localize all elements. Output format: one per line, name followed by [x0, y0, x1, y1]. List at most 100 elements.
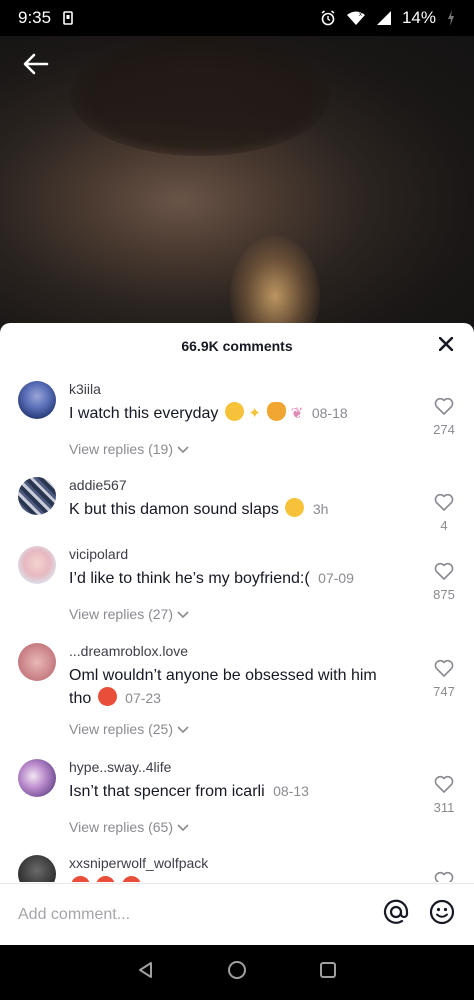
- mention-button[interactable]: [382, 899, 410, 930]
- like-count: 311: [433, 800, 455, 815]
- avatar[interactable]: [18, 643, 56, 681]
- avatar[interactable]: [18, 381, 56, 419]
- at-icon: [383, 899, 409, 930]
- comment-text: I watch this everyday ✦ ❦ 08-18: [69, 402, 399, 425]
- comment-text-content: I’d like to think he’s my boyfriend:(: [69, 570, 310, 587]
- close-icon: [438, 336, 454, 356]
- comment-username[interactable]: ...dreamroblox.love: [69, 643, 399, 660]
- alarm-icon: [320, 10, 336, 26]
- like-button[interactable]: 875: [429, 562, 459, 602]
- comment-text-line-2: tho: [69, 690, 92, 707]
- heart-outline-icon: [434, 775, 454, 798]
- view-replies-button[interactable]: View replies (27): [69, 606, 189, 622]
- comment-date: 3h: [312, 501, 329, 517]
- fairy-emoji: ❦: [290, 405, 304, 422]
- video-light-glow: [230, 236, 320, 336]
- like-count: 875: [433, 587, 455, 602]
- comment-username[interactable]: hype..sway..4life: [69, 759, 399, 776]
- avatar[interactable]: [18, 855, 56, 882]
- add-comment-input[interactable]: Add comment...: [18, 906, 364, 924]
- comment-date: 08-13: [273, 783, 309, 799]
- comments-list[interactable]: k3iila I watch this everyday ✦ ❦ 08-18 2…: [0, 369, 474, 882]
- chevron-down-icon: [177, 819, 189, 835]
- nav-home-button[interactable]: [222, 958, 252, 988]
- nav-recents-button[interactable]: [313, 958, 343, 988]
- wifi-icon: x: [346, 10, 366, 26]
- video-background[interactable]: [0, 36, 474, 336]
- comment-date: 07-23: [125, 690, 161, 706]
- heart-outline-icon: [434, 659, 454, 682]
- battery-icon: [446, 9, 456, 27]
- android-nav-bar: [0, 945, 474, 1000]
- heart-outline-icon: [434, 871, 454, 882]
- sim-icon: [63, 11, 73, 25]
- flushed-emoji: [285, 498, 305, 517]
- comment-text: I’d like to think he’s my boyfriend:( 07…: [69, 567, 399, 590]
- status-bar: 9:35 x 14%: [0, 0, 474, 36]
- heart-outline-icon: [434, 493, 454, 516]
- view-replies-button[interactable]: View replies (65): [69, 819, 189, 835]
- comment-date: 07-09: [318, 570, 354, 586]
- like-count: 747: [433, 684, 455, 699]
- video-hair-shape: [70, 36, 330, 156]
- signal-icon: [376, 10, 392, 26]
- chevron-down-icon: [177, 441, 189, 457]
- avatar[interactable]: [18, 759, 56, 797]
- view-replies-button[interactable]: View replies (25): [69, 721, 189, 737]
- comment-text-content: K but this damon sound slaps: [69, 501, 279, 518]
- heart-outline-icon: [434, 562, 454, 585]
- comment-text: Oml wouldn’t anyone be obsessed with him…: [69, 664, 399, 710]
- pensive-emoji: [224, 402, 244, 421]
- comment-username[interactable]: addie567: [69, 477, 399, 494]
- comment-username[interactable]: xxsniperwolf_wolfpack: [69, 855, 399, 872]
- view-replies-label: View replies (65): [69, 819, 174, 835]
- comment-text-content: I watch this everyday: [69, 405, 219, 422]
- back-button[interactable]: [20, 52, 52, 80]
- partial-emoji: [71, 876, 90, 882]
- nav-back-button[interactable]: [131, 958, 161, 988]
- avatar[interactable]: [18, 477, 56, 515]
- comment-text: [69, 876, 399, 882]
- emoji-button[interactable]: [428, 899, 456, 930]
- view-replies-label: View replies (19): [69, 441, 174, 457]
- comment-text: Isn’t that spencer from icarli 08-13: [69, 780, 399, 803]
- battery-percent: 14%: [401, 8, 436, 27]
- arrow-left-icon: [23, 53, 49, 80]
- like-button[interactable]: 4: [429, 493, 459, 533]
- comment-username[interactable]: k3iila: [69, 381, 399, 398]
- back-triangle-icon: [137, 961, 155, 984]
- comment-text: K but this damon sound slaps 3h: [69, 498, 399, 521]
- cat-emoji: [267, 402, 287, 421]
- view-replies-label: View replies (25): [69, 721, 174, 737]
- recents-square-icon: [319, 961, 337, 984]
- like-button[interactable]: 747: [429, 659, 459, 699]
- close-button[interactable]: [436, 336, 456, 356]
- comment-date: 08-18: [311, 405, 348, 421]
- partial-emoji: [121, 876, 141, 882]
- view-replies-label: View replies (27): [69, 606, 174, 622]
- svg-text:x: x: [359, 12, 362, 18]
- like-button[interactable]: 311: [429, 775, 459, 815]
- chevron-down-icon: [177, 721, 189, 737]
- comment-text-content: Isn’t that spencer from icarli: [69, 783, 265, 800]
- comments-count-title: 66.9K comments: [181, 338, 293, 354]
- avatar[interactable]: [18, 546, 56, 584]
- chevron-down-icon: [177, 606, 189, 622]
- comment-input-bar: Add comment...: [0, 883, 474, 945]
- view-replies-button[interactable]: View replies (19): [69, 441, 189, 457]
- heart-eyes-emoji: [97, 687, 117, 706]
- heart-outline-icon: [434, 397, 454, 420]
- comment-text-line-1: Oml wouldn’t anyone be obsessed with him: [69, 667, 377, 684]
- status-time: 9:35: [18, 8, 52, 27]
- sheet-header: 66.9K comments: [0, 323, 474, 369]
- comment-username[interactable]: vicipolard: [69, 546, 399, 563]
- comments-sheet: 66.9K comments k3iila I watch this every…: [0, 323, 474, 945]
- partial-emoji: [96, 876, 116, 882]
- home-circle-icon: [227, 960, 247, 985]
- like-count: 274: [433, 422, 455, 437]
- sparkles-emoji: ✦: [248, 405, 261, 422]
- like-count: 4: [440, 518, 448, 533]
- like-button[interactable]: 274: [429, 397, 459, 437]
- like-button[interactable]: [429, 871, 459, 882]
- smiley-icon: [429, 899, 455, 930]
